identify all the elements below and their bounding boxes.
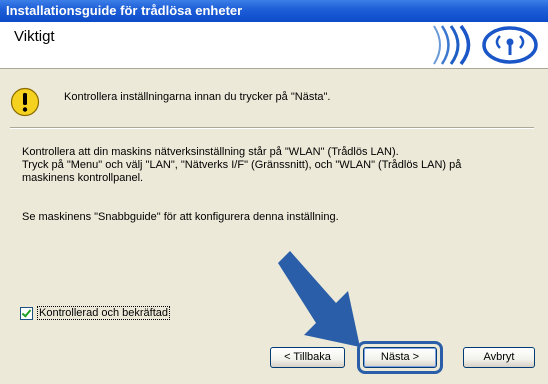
header-panel: Viktigt (0, 22, 548, 69)
page-title: Viktigt (14, 28, 55, 45)
warning-row: Kontrollera inställningarna innan du try… (10, 87, 530, 117)
instructions-line-2: Tryck på "Menu" och välj "LAN", "Nätverk… (22, 159, 462, 171)
wireless-logo-icon (433, 24, 538, 66)
separator (10, 127, 534, 129)
installer-window: Installationsguide för trådlösa enheter … (0, 0, 548, 384)
instructions-line-3: maskinens kontrollpanel. (22, 172, 144, 184)
cancel-button[interactable]: Avbryt (463, 347, 535, 368)
confirm-checkbox[interactable] (20, 307, 33, 320)
back-button[interactable]: < Tillbaka (270, 347, 345, 368)
confirm-checkbox-label[interactable]: Kontrollerad och bekräftad (36, 306, 171, 320)
next-button[interactable]: Nästa > (363, 347, 437, 368)
content-area: Kontrollera inställningarna innan du try… (0, 69, 548, 384)
quick-guide-note: Se maskinens "Snabbguide" för att konfig… (22, 211, 339, 223)
pointer-arrow-icon (278, 251, 360, 347)
instructions-paragraph: Kontrollera att din maskins nätverksinst… (22, 146, 532, 185)
warning-text: Kontrollera inställningarna innan du try… (64, 91, 331, 103)
instructions-line-1: Kontrollera att din maskins nätverksinst… (22, 146, 399, 158)
window-title: Installationsguide för trådlösa enheter (0, 0, 548, 22)
warning-icon (10, 87, 40, 117)
